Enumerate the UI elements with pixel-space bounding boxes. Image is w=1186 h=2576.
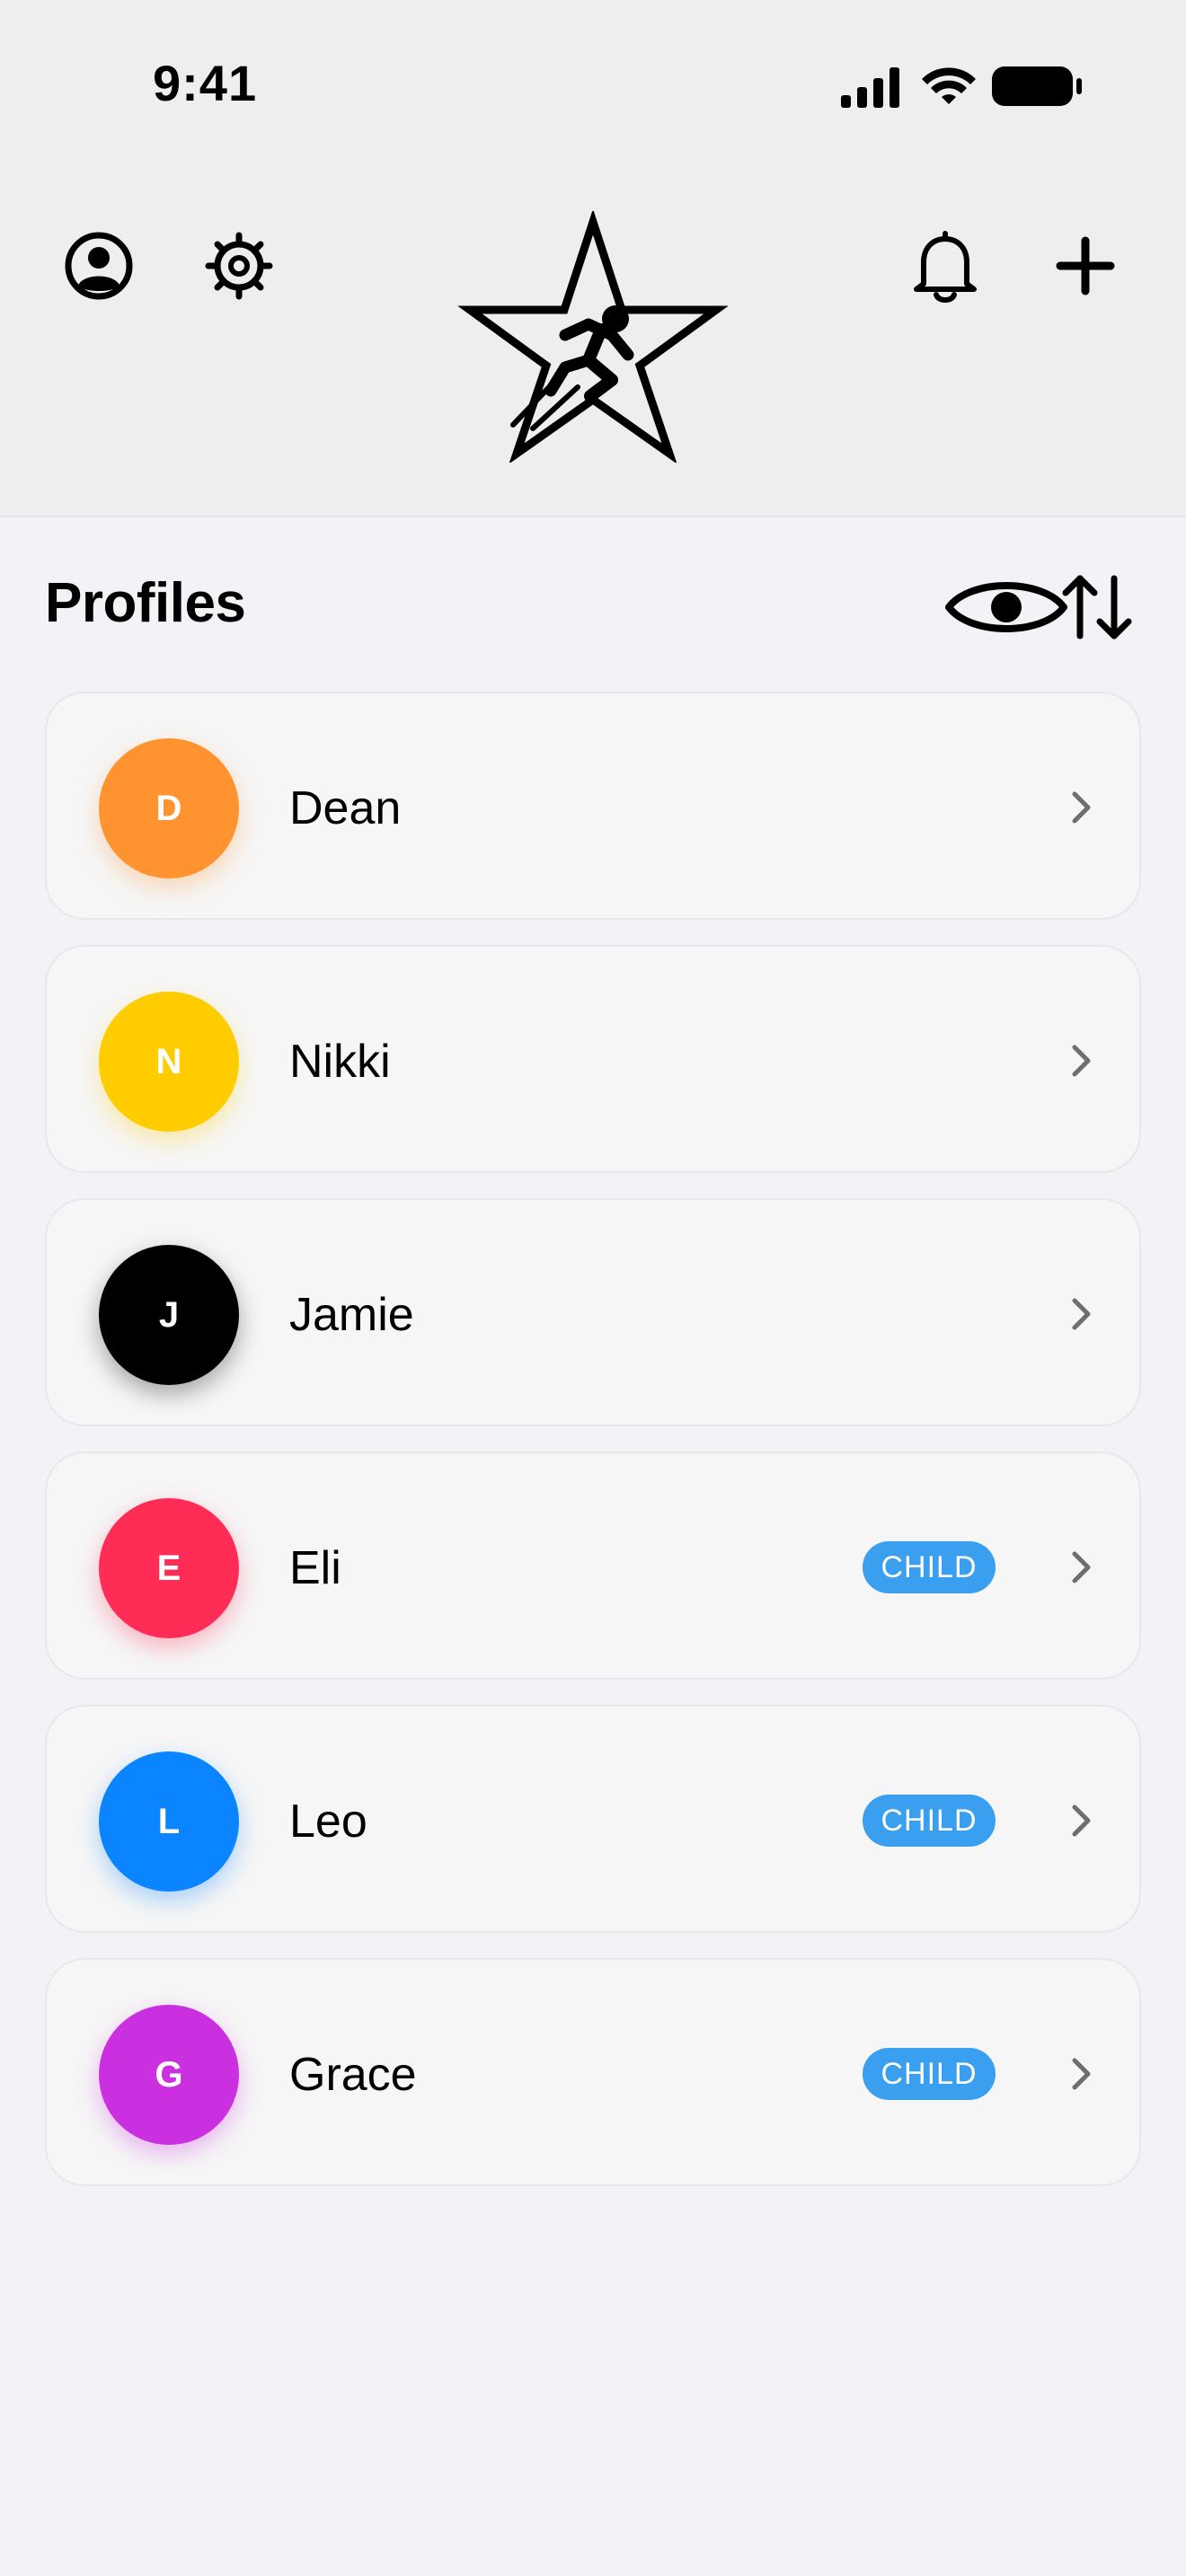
settings-gear-icon[interactable] [203,230,275,302]
child-badge: CHILD [863,1541,996,1593]
avatar: D [99,738,239,878]
chevron-right-icon [1072,2058,1091,2090]
profile-name: Eli [289,1542,341,1594]
profile-name: Dean [289,782,402,834]
chevron-right-icon [1072,1045,1091,1077]
profile-card[interactable]: N Nikki [45,945,1141,1173]
battery-icon [992,66,1082,106]
chevron-right-icon [1072,1298,1091,1330]
avatar: G [99,2005,239,2145]
page-title: Profiles [45,572,246,634]
avatar: N [99,992,239,1132]
profile-name: Nikki [289,1036,391,1088]
sort-arrows-icon[interactable] [1060,571,1134,643]
status-bar-icons [841,66,1082,108]
child-badge: CHILD [863,2048,996,2100]
profile-card[interactable]: L Leo CHILD [45,1705,1141,1933]
status-time: 9:41 [153,55,258,111]
avatar: L [99,1751,239,1892]
chevron-right-icon [1072,1551,1091,1584]
settings-gear-glyph [205,232,273,300]
notification-bell-glyph [914,231,977,303]
profile-name: Jamie [289,1289,414,1341]
chevron-right-icon [1072,1804,1091,1837]
profile-card[interactable]: D Dean [45,692,1141,920]
wifi-icon [922,67,976,104]
profile-icon-glyph [65,232,133,300]
notification-bell-icon[interactable] [909,228,981,304]
profile-card[interactable]: J Jamie [45,1198,1141,1426]
running-star-logo [457,211,729,463]
sort-arrows-glyph [1062,575,1132,640]
profile-list: D Dean N Nikki J Jamie E Eli CHILD L Leo CHILD G Grac… [45,692,1141,2211]
avatar: J [99,1245,239,1385]
cellular-signal-icon [841,67,899,108]
top-header-area: 9:41 [0,0,1186,517]
child-badge: CHILD [863,1795,996,1847]
profile-icon[interactable] [63,230,135,302]
profile-name: Leo [289,1795,367,1848]
add-plus-glyph [1056,236,1115,296]
avatar: E [99,1498,239,1638]
visibility-eye-icon[interactable] [945,575,1067,640]
profile-card[interactable]: G Grace CHILD [45,1958,1141,2186]
add-plus-icon[interactable] [1053,230,1118,302]
chevron-right-icon [1072,791,1091,824]
profile-card[interactable]: E Eli CHILD [45,1451,1141,1680]
visibility-eye-glyph [945,582,1067,632]
profile-name: Grace [289,2049,417,2101]
